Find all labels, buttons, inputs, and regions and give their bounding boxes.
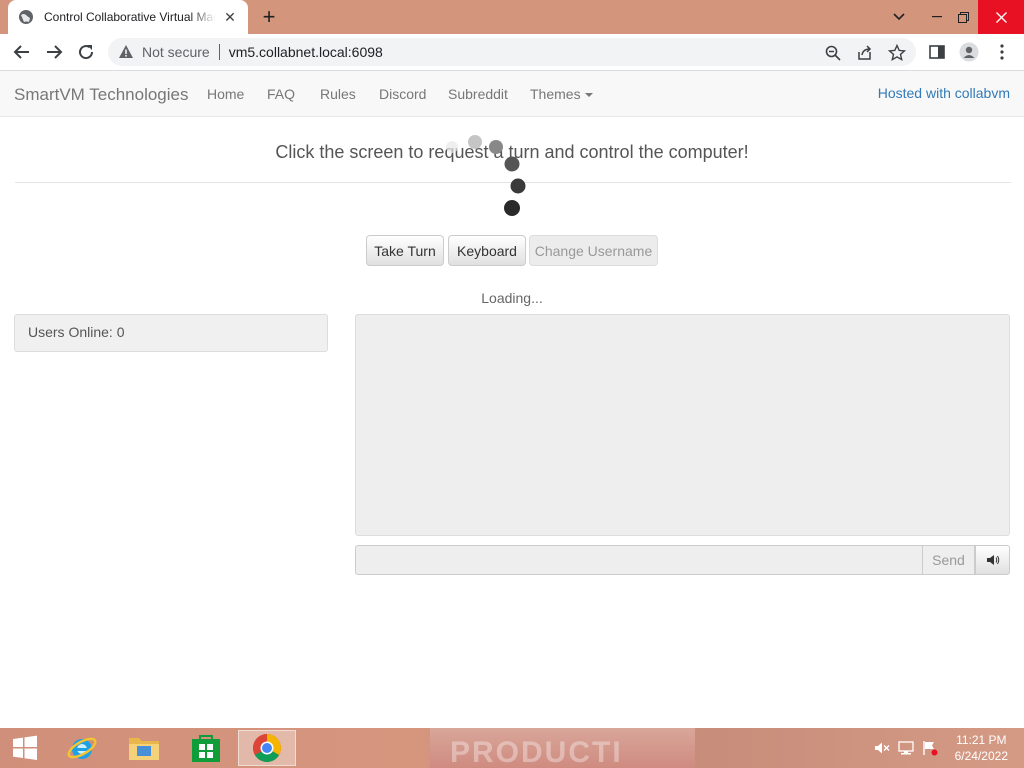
tab-title: Control Collaborative Virtual Machines [44,10,216,24]
volume-icon [986,555,999,565]
chat-log[interactable] [355,314,1010,536]
chrome-taskbar-icon[interactable] [238,730,296,766]
forward-icon[interactable] [42,40,66,64]
share-icon[interactable] [856,44,874,62]
clock-date: 6/24/2022 [954,749,1008,763]
brand-link[interactable]: SmartVM Technologies [14,85,189,105]
action-center-flag-icon[interactable] [922,740,938,756]
nav-discord[interactable]: Discord [379,86,426,102]
tab-search-icon[interactable] [882,0,916,34]
change-username-button[interactable]: Change Username [529,235,658,266]
zoom-icon[interactable] [824,44,842,62]
internet-explorer-icon[interactable] [54,730,110,766]
wallpaper-text: PRODUCTI [450,736,623,768]
keyboard-button[interactable]: Keyboard [448,235,526,266]
address-bar[interactable]: Not secure vm5.collabnet.local:6098 [108,38,916,66]
tab-close-icon[interactable]: ✕ [222,9,238,25]
warning-icon[interactable] [118,44,134,60]
restore-icon[interactable] [946,0,980,34]
loading-spinner-icon [446,135,526,216]
profile-avatar-icon[interactable] [959,42,979,62]
back-icon[interactable] [10,40,34,64]
nav-home[interactable]: Home [207,86,244,102]
url-text[interactable]: vm5.collabnet.local:6098 [229,44,383,60]
chat-input[interactable] [355,545,923,575]
users-online-panel: Users Online: 0 [14,314,328,352]
desktop-wallpaper: PRODUCTI [430,728,695,768]
speaker-muted-icon[interactable] [874,740,890,756]
browser-toolbar: Not secure vm5.collabnet.local:6098 [0,34,1024,71]
start-button[interactable] [0,730,50,766]
menu-icon[interactable] [992,42,1012,62]
hosted-with-link[interactable]: Hosted with collabvm [878,85,1010,101]
globe-icon [19,10,33,24]
nav-themes-dropdown[interactable]: Themes [530,86,593,102]
new-tab-button[interactable]: + [258,6,280,28]
caret-down-icon [584,93,593,98]
bookmark-star-icon[interactable] [888,44,906,62]
nav-rules[interactable]: Rules [320,86,356,102]
system-clock[interactable]: 11:21 PM 6/24/2022 [955,732,1008,764]
windows-logo-icon [13,735,37,760]
window-close-icon[interactable] [978,0,1024,34]
nav-subreddit[interactable]: Subreddit [448,86,508,102]
clock-time: 11:21 PM [956,733,1007,747]
side-panel-icon[interactable] [927,42,947,62]
nav-faq[interactable]: FAQ [267,86,295,102]
network-icon[interactable] [898,740,914,756]
send-button[interactable]: Send [922,545,975,575]
reload-icon[interactable] [74,40,98,64]
windows-taskbar: PRODUCTI 11:21 PM 6/24/2022 [0,728,1024,768]
browser-tab-strip: Control Collaborative Virtual Machines ✕… [0,0,1024,34]
browser-tab[interactable]: Control Collaborative Virtual Machines ✕ [8,0,248,34]
file-explorer-icon[interactable] [116,730,172,766]
volume-button[interactable] [975,545,1010,575]
store-icon[interactable] [178,730,234,766]
take-turn-button[interactable]: Take Turn [366,235,444,266]
loading-text: Loading... [481,290,543,306]
nav-themes-label: Themes [530,86,581,102]
not-secure-label[interactable]: Not secure [142,44,210,60]
omnibox-divider [218,44,220,60]
site-navbar: SmartVM Technologies Home FAQ Rules Disc… [0,71,1024,117]
